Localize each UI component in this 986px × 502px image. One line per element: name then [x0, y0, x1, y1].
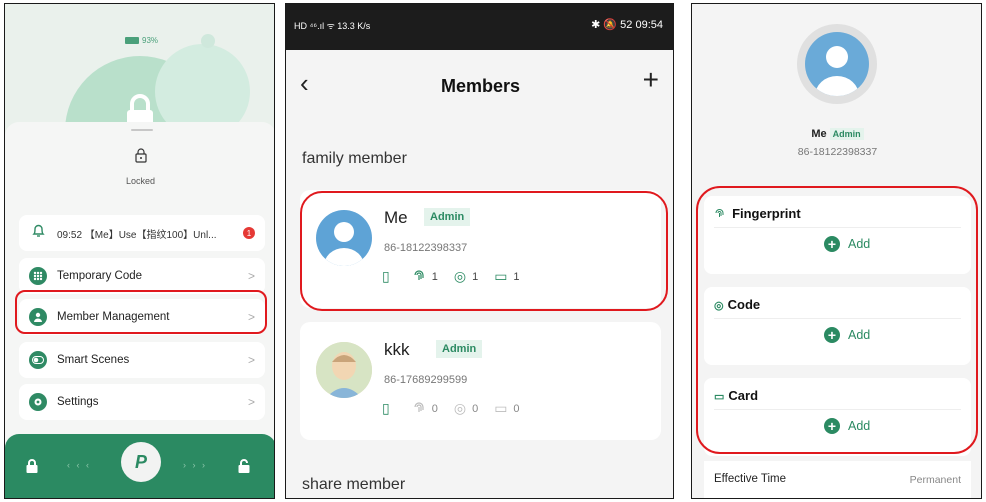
menu-item-settings[interactable]: Settings >	[19, 384, 265, 420]
lock-hero: 93%	[5, 4, 274, 134]
lock-status-icon	[131, 147, 151, 167]
unlock-slider-knob[interactable]: P	[121, 442, 161, 482]
page-title: Members	[440, 76, 521, 96]
menu-item-label: Temporary Code	[57, 270, 143, 282]
member-name: kkk	[384, 340, 410, 359]
highlight-box	[15, 290, 267, 334]
effective-time-row[interactable]: Effective Time Permanent	[704, 461, 971, 498]
section-share-member: share member	[302, 476, 406, 493]
notification-badge: 1	[243, 227, 255, 239]
slide-left-arrows: ‹ ‹ ‹	[67, 460, 91, 470]
member-phone: 86-18122398337	[797, 146, 878, 158]
battery-indicator: 93%	[125, 36, 158, 45]
fingerprint-count: 0	[431, 402, 438, 415]
lock-status-label: Locked	[125, 176, 156, 186]
member-card[interactable]: kkk Admin 86-17689299599 ▯ 0 ◎ 0 ▭ 0	[300, 322, 661, 440]
credential-summary: ▯ 0 ◎ 0 ▭ 0	[382, 400, 530, 417]
highlight-box	[300, 191, 668, 311]
members-screen: HD ⁴⁶.ıl ᯤ 13.3 K/s ✱ 🔕 52 09:54 ‹ Membe…	[285, 3, 674, 499]
role-badge: Admin	[436, 340, 483, 358]
battery-icon	[125, 37, 139, 44]
slide-right-arrows: › › ›	[183, 460, 207, 470]
notification-text: 09:52 【Me】Use【指纹100】Unl...	[57, 229, 217, 241]
sheet-handle[interactable]	[131, 129, 153, 131]
avatar	[316, 342, 372, 398]
unlock-slider-bar[interactable]: ‹ ‹ ‹ P › › ›	[5, 434, 274, 498]
menu-item-label: Smart Scenes	[57, 354, 130, 366]
nav-bar: ‹ Members +	[286, 50, 673, 120]
chevron-right-icon: >	[247, 353, 255, 367]
avatar	[797, 24, 877, 104]
code-icon: ◎	[453, 400, 467, 416]
avatar-image	[805, 32, 869, 96]
card-count: 0	[513, 402, 520, 415]
fingerprint-icon	[412, 400, 426, 417]
lock-icon	[25, 458, 39, 478]
status-bar-left: HD ⁴⁶.ıl ᯤ 13.3 K/s	[294, 21, 371, 31]
card-icon: ▭	[494, 400, 508, 416]
status-bar: HD ⁴⁶.ıl ᯤ 13.3 K/s ✱ 🔕 52 09:54	[286, 4, 673, 50]
chevron-right-icon: >	[247, 395, 255, 409]
member-title: Me Admin	[692, 128, 981, 140]
lock-home-screen: 93% Locked 09:52 【Me】Use【指纹100】Unl... 1 …	[4, 3, 275, 499]
status-bar-right: ✱ 🔕 52 09:54	[591, 19, 663, 31]
toggle-icon	[29, 351, 47, 369]
battery-level: 93%	[142, 36, 159, 45]
menu-item-temporary-code[interactable]: Temporary Code >	[19, 258, 265, 294]
member-detail-screen: Me Admin 86-18122398337 Fingerprint + Add…	[691, 3, 982, 499]
gear-icon	[29, 393, 47, 411]
menu-item-label: Settings	[57, 396, 99, 408]
notification-card[interactable]: 09:52 【Me】Use【指纹100】Unl... 1	[19, 215, 265, 251]
highlight-box	[696, 186, 978, 454]
screenshot-composite: 93% Locked 09:52 【Me】Use【指纹100】Unl... 1 …	[0, 0, 986, 502]
phone-icon: ▯	[382, 400, 390, 416]
menu-item-smart-scenes[interactable]: Smart Scenes >	[19, 342, 265, 378]
member-phone: 86-17689299599	[384, 374, 468, 386]
chevron-right-icon: >	[247, 269, 255, 283]
code-count: 0	[472, 402, 479, 415]
hero-blob	[201, 34, 215, 48]
effective-time-label: Effective Time	[714, 473, 787, 485]
effective-time-value: Permanent	[909, 474, 961, 486]
bell-icon	[29, 224, 47, 242]
unlock-icon	[237, 458, 251, 478]
role-badge: Admin	[829, 128, 864, 140]
hero-blob	[155, 44, 250, 134]
section-family-member: family member	[302, 150, 407, 167]
add-member-icon[interactable]: +	[643, 64, 659, 96]
grid-icon	[29, 267, 47, 285]
member-name: Me	[811, 128, 827, 140]
